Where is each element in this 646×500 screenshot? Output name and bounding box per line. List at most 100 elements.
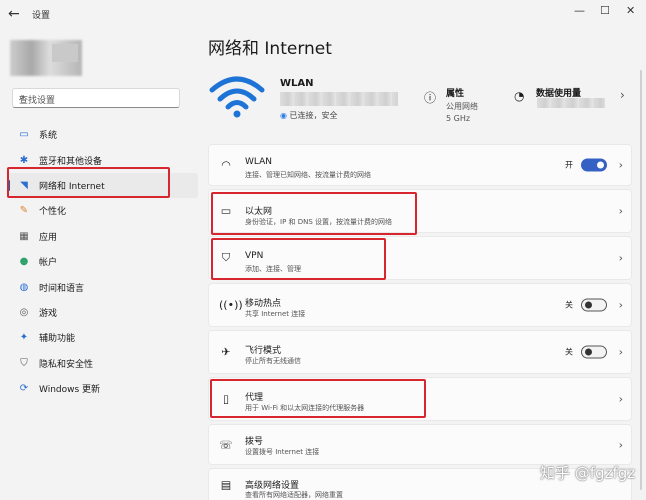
sidebar-item-system[interactable]: ▭ 系统 — [8, 122, 198, 147]
sidebar-item-label: 蓝牙和其他设备 — [39, 156, 103, 167]
row-desc: 连接、管理已知网络、按流量计费的网络 — [245, 171, 371, 179]
bluetooth-icon: ✱ — [19, 154, 29, 166]
toggle-label: 关 — [565, 347, 573, 357]
row-desc: 设置拨号 Internet 连接 — [245, 448, 320, 456]
row-title: VPN — [245, 251, 264, 261]
toggle-label: 开 — [565, 160, 573, 170]
page-title: 网络和 Internet — [208, 39, 332, 59]
scrollbar[interactable] — [640, 70, 642, 490]
sidebar-item-label: 网络和 Internet — [39, 181, 105, 192]
chevron-right-icon: › — [618, 158, 623, 172]
profile-name — [52, 44, 78, 62]
airplane-icon: ✈ — [221, 345, 231, 359]
sidebar-item-personalization[interactable]: ✎ 个性化 — [8, 198, 198, 223]
wifi-icon: ◥ — [20, 179, 28, 191]
row-airplane-mode[interactable]: ✈ 飞行模式 停止所有无线通信 关 › — [208, 330, 632, 374]
properties-title: 属性 — [446, 89, 465, 99]
sidebar-item-accounts[interactable]: ● 帐户 — [8, 249, 198, 274]
dial-up-icon: ☏ — [219, 438, 233, 451]
properties-link[interactable]: ⓘ 属性 公用网络 5 GHz — [424, 86, 478, 123]
wifi-icon: ◠ — [221, 158, 231, 172]
wlan-toggle[interactable] — [581, 158, 607, 172]
search-icon: ⌕ — [19, 92, 25, 103]
wifi-large-icon — [209, 76, 265, 118]
sidebar-nav: ▭ 系统 ✱ 蓝牙和其他设备 ◥ 网络和 Internet ✎ 个性化 ▦ 应用… — [8, 122, 198, 401]
sidebar-item-bluetooth[interactable]: ✱ 蓝牙和其他设备 — [8, 147, 198, 172]
sidebar-item-accessibility[interactable]: ✦ 辅助功能 — [8, 325, 198, 350]
arrow-left-icon[interactable]: ← — [8, 6, 20, 22]
row-proxy[interactable]: ▯ 代理 用于 Wi-Fi 和以太网连接的代理服务器 › — [208, 377, 632, 421]
hotspot-toggle[interactable] — [581, 298, 607, 312]
shield-icon: ⛉ — [20, 357, 28, 369]
title-bar: ← 设置 — ☐ ✕ — [0, 0, 646, 28]
sidebar-item-windows-update[interactable]: ⟳ Windows 更新 — [8, 376, 198, 401]
sidebar-item-label: 系统 — [39, 131, 58, 142]
row-title: 拨号 — [245, 437, 264, 447]
sidebar-item-label: 个性化 — [39, 207, 67, 218]
row-title: WLAN — [245, 157, 273, 167]
hotspot-icon: ((•)) — [219, 298, 243, 312]
gamepad-icon: ◎ — [19, 306, 29, 318]
airplane-toggle[interactable] — [581, 345, 607, 359]
row-dial-up[interactable]: ☏ 拨号 设置拨号 Internet 连接 › — [208, 424, 632, 465]
sidebar-item-label: 应用 — [39, 232, 58, 243]
monitor-icon: ▭ — [19, 129, 29, 141]
row-title: 移动热点 — [245, 299, 282, 309]
sidebar-item-privacy[interactable]: ⛉ 隐私和安全性 — [8, 351, 198, 376]
blurred-network-name — [280, 92, 398, 106]
chevron-right-icon: › — [618, 251, 623, 265]
sidebar-item-label: 时间和语言 — [39, 283, 85, 294]
row-wlan[interactable]: ◠ WLAN 连接、管理已知网络、按流量计费的网络 开 › — [208, 144, 632, 186]
maximize-button[interactable]: ☐ — [600, 4, 610, 17]
chevron-right-icon: › — [618, 204, 623, 218]
row-title: 以太网 — [245, 207, 273, 217]
shield-icon: ◉ — [280, 111, 287, 120]
sidebar-item-label: 帐户 — [39, 258, 58, 269]
sidebar-item-apps[interactable]: ▦ 应用 — [8, 224, 198, 249]
close-button[interactable]: ✕ — [626, 4, 635, 17]
row-desc: 添加、连接、管理 — [245, 265, 301, 273]
blurred-data-usage — [537, 98, 605, 108]
chevron-right-icon: › — [618, 345, 623, 359]
sidebar-item-network[interactable]: ◥ 网络和 Internet — [8, 172, 198, 199]
chevron-right-icon: › — [618, 438, 623, 451]
pie-chart-icon: ◔ — [514, 89, 525, 103]
search-input[interactable]: 查找设置 ⌕ — [12, 88, 180, 108]
update-icon: ⟳ — [19, 383, 29, 395]
properties-network-type: 公用网络 — [446, 102, 478, 111]
row-desc: 停止所有无线通信 — [245, 357, 301, 365]
ethernet-icon: ▭ — [220, 204, 232, 218]
minimize-button[interactable]: — — [574, 4, 585, 17]
row-ethernet[interactable]: ▭ 以太网 身份验证，IP 和 DNS 设置，按流量计费的网络 › — [208, 189, 632, 233]
row-vpn[interactable]: ⛉ VPN 添加、连接、管理 › — [208, 236, 632, 280]
row-desc: 查看所有网络适配器，网络重置 — [245, 491, 343, 499]
person-icon: ● — [19, 256, 29, 268]
info-icon: ⓘ — [424, 91, 437, 105]
chevron-right-icon: › — [618, 392, 623, 406]
row-title: 代理 — [245, 393, 264, 403]
sidebar-item-label: 隐私和安全性 — [39, 359, 94, 370]
proxy-icon: ▯ — [222, 392, 230, 406]
properties-band: 5 GHz — [446, 114, 471, 123]
sidebar-item-label: 游戏 — [39, 308, 58, 319]
sidebar-item-label: Windows 更新 — [39, 385, 101, 396]
brush-icon: ✎ — [19, 205, 29, 217]
toggle-label: 关 — [565, 300, 573, 310]
chevron-right-icon[interactable]: › — [620, 88, 625, 102]
watermark: 知乎 @fgzfgz — [540, 464, 636, 482]
connection-status-text: 已连接，安全 — [289, 111, 338, 120]
sidebar-item-label: 辅助功能 — [39, 334, 76, 345]
row-desc: 身份验证，IP 和 DNS 设置，按流量计费的网络 — [245, 218, 393, 226]
apps-icon: ▦ — [19, 230, 29, 242]
row-mobile-hotspot[interactable]: ((•)) 移动热点 共享 Internet 连接 关 › — [208, 283, 632, 327]
row-title: 飞行模式 — [245, 346, 282, 356]
accessibility-icon: ✦ — [19, 332, 29, 344]
app-title: 设置 — [32, 11, 51, 21]
sidebar-item-time-language[interactable]: ◍ 时间和语言 — [8, 274, 198, 299]
connection-status: ◉ 已连接，安全 — [280, 110, 338, 121]
network-ssid: WLAN — [280, 78, 314, 89]
globe-icon: ◍ — [19, 281, 29, 293]
row-desc: 用于 Wi-Fi 和以太网连接的代理服务器 — [245, 404, 365, 412]
network-adapter-icon: ▤ — [220, 478, 232, 491]
sidebar-item-gaming[interactable]: ◎ 游戏 — [8, 300, 198, 325]
